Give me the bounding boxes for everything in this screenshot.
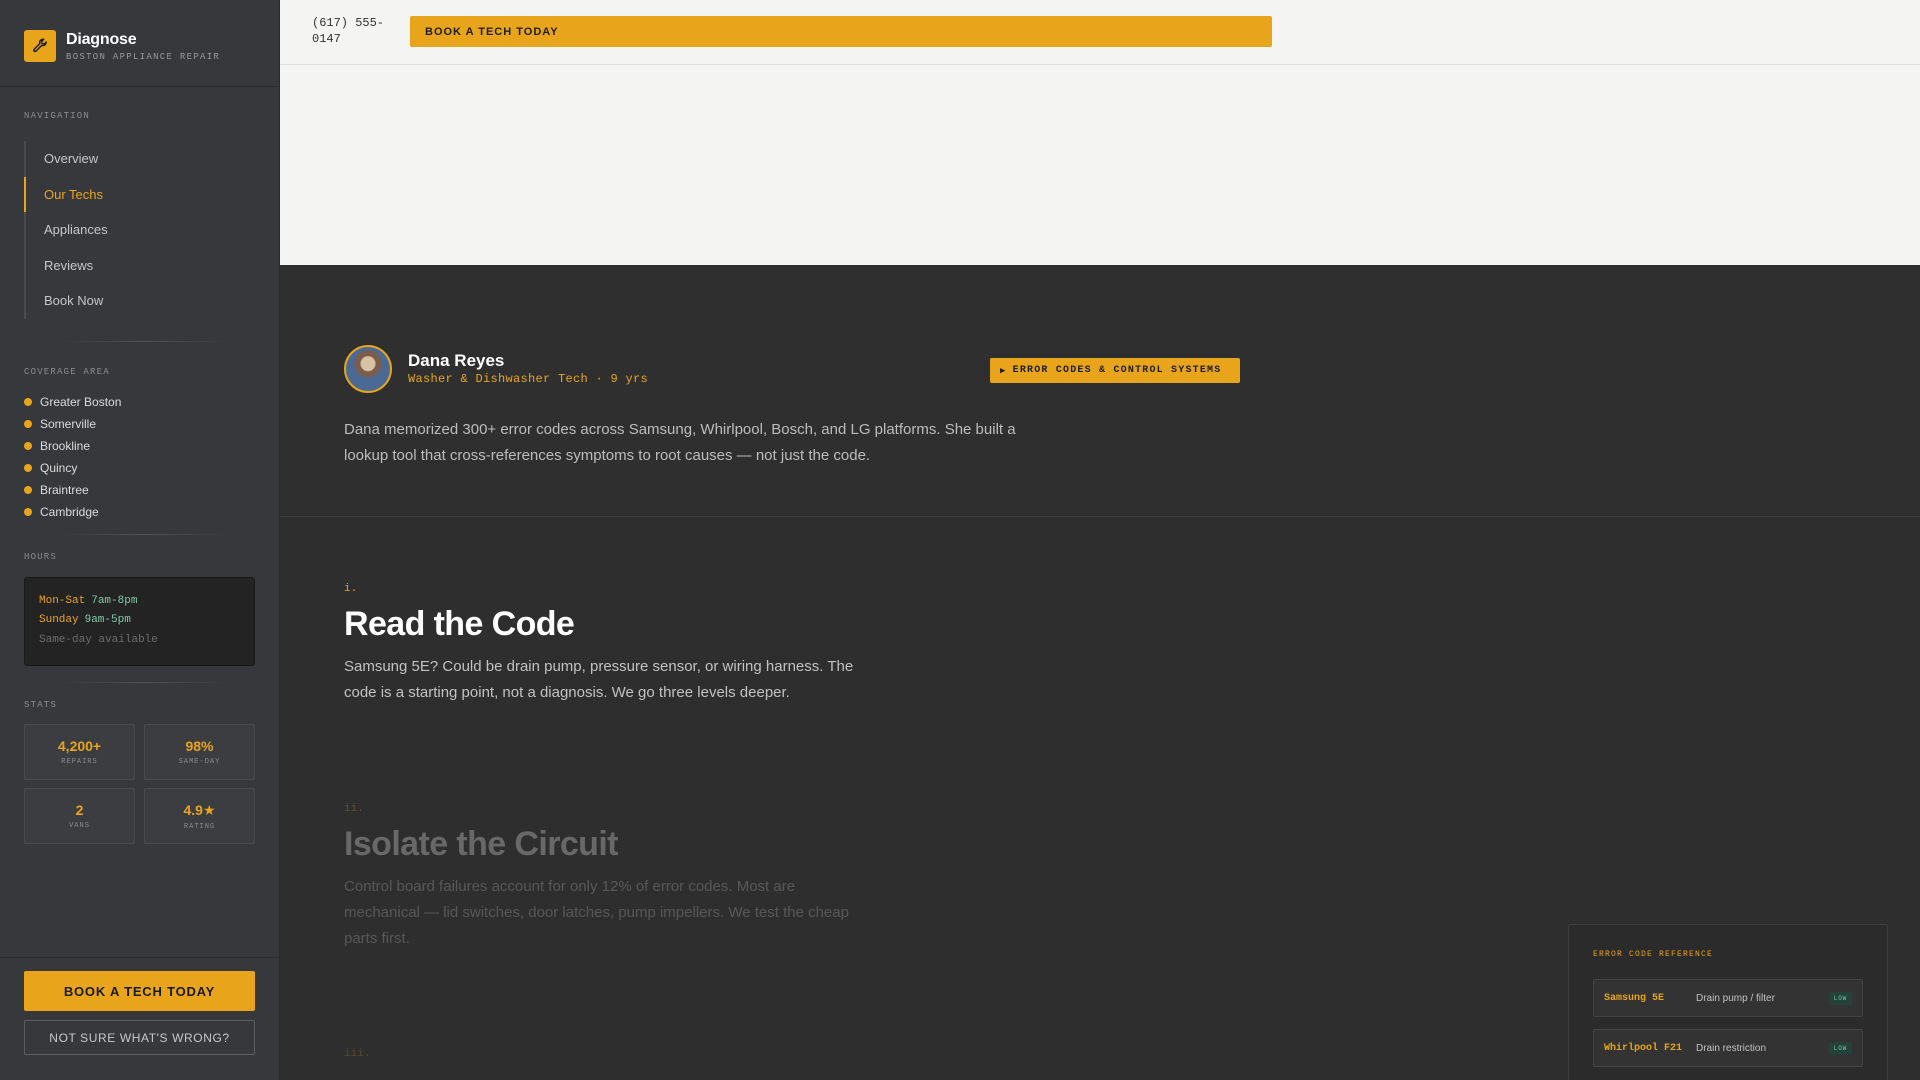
hours-row: Sunday 9am-5pm — [39, 611, 240, 630]
divider — [60, 534, 230, 535]
hours-day: Sunday — [39, 614, 79, 626]
divider — [60, 341, 230, 342]
step-title: Isolate the Circuit — [344, 825, 618, 863]
hero-area — [280, 65, 1920, 265]
hours-row: Mon-Sat 7am-8pm — [39, 592, 240, 611]
tech-name: Dana Reyes — [408, 351, 505, 370]
stat-card-vans: 2 VANS — [24, 788, 135, 844]
tech-profile: Dana Reyes Washer & Dishwasher Tech · 9 … — [280, 265, 1920, 517]
bullet-dot-icon — [24, 398, 32, 406]
brand-name: Diagnose — [66, 30, 137, 48]
error-description: Drain pump / filter — [1696, 992, 1775, 1004]
divider — [0, 86, 280, 87]
phone-number[interactable]: (617) 555-0147 — [312, 15, 402, 47]
list-item: Cambridge — [24, 501, 121, 523]
step-number: iii. — [344, 1048, 371, 1060]
table-row[interactable]: Samsung 5E Drain pump / filter LOW — [1593, 979, 1863, 1017]
coverage-area-label: Quincy — [40, 461, 78, 475]
list-item: Braintree — [24, 479, 121, 501]
hours-section-label: HOURS — [24, 552, 58, 562]
stat-card-rating: 4.9★ RATING — [144, 788, 255, 844]
step-text: Control board failures account for only … — [344, 878, 849, 947]
stat-label: VANS — [69, 822, 90, 830]
panel-title: ERROR CODE REFERENCE — [1593, 950, 1714, 959]
brand[interactable]: Diagnose BOSTON APPLIANCE REPAIR — [24, 30, 220, 62]
coverage-area-label: Brookline — [40, 439, 91, 453]
avatar — [344, 345, 392, 393]
sidebar: Diagnose BOSTON APPLIANCE REPAIR NAVIGAT… — [0, 0, 280, 1080]
stat-label: REPAIRS — [61, 758, 98, 766]
coverage-area-label: Somerville — [40, 417, 97, 431]
bullet-dot-icon — [24, 442, 32, 450]
book-tech-top-button[interactable]: BOOK A TECH TODAY — [410, 16, 1272, 47]
step-text: Samsung 5E? Could be drain pump, pressur… — [344, 658, 854, 701]
list-item: Quincy — [24, 457, 121, 479]
error-description: Drain restriction — [1696, 1042, 1767, 1054]
list-item: Brookline — [24, 435, 121, 457]
nav-item-appliances[interactable]: Appliances — [26, 212, 254, 248]
divider — [60, 682, 230, 683]
bullet-dot-icon — [24, 508, 32, 516]
divider — [0, 957, 280, 958]
step-number: i. — [344, 583, 358, 595]
hours-day: Mon-Sat — [39, 595, 86, 607]
main-nav: Overview Our Techs Appliances Reviews Bo… — [24, 141, 254, 319]
step-3: iii. — [344, 1048, 370, 1060]
tech-role: Washer & Dishwasher Tech · 9 yrs — [408, 372, 649, 386]
book-tech-button[interactable]: BOOK A TECH TODAY — [24, 971, 255, 1011]
stat-value: 2 — [75, 802, 84, 818]
nav-item-reviews[interactable]: Reviews — [26, 248, 254, 284]
nav-section-label: NAVIGATION — [24, 111, 91, 121]
coverage-section-label: COVERAGE AREA — [24, 367, 110, 377]
stats-grid: 4,200+ REPAIRS 98% SAME-DAY 2 VANS 4.9★ … — [24, 724, 255, 844]
stat-value: 4,200+ — [57, 738, 102, 754]
stat-card-repairs: 4,200+ REPAIRS — [24, 724, 135, 780]
step-number: ii. — [344, 803, 364, 815]
step-1: i. Read the Code Samsung 5E? Could be dr… — [344, 583, 864, 706]
tech-description: Dana memorized 300+ error codes across S… — [344, 421, 1016, 464]
brand-subtitle: BOSTON APPLIANCE REPAIR — [66, 51, 221, 62]
hours-time: 9am-5pm — [84, 614, 131, 626]
severity-badge: LOW — [1828, 991, 1852, 1005]
nav-item-our-techs[interactable]: Our Techs — [24, 176, 254, 213]
stat-label: SAME-DAY — [178, 758, 221, 766]
list-item: Somerville — [24, 413, 121, 435]
coverage-area-label: Cambridge — [40, 505, 99, 519]
coverage-list: Greater Boston Somerville Brookline Quin… — [24, 391, 121, 523]
error-code: Samsung 5E — [1604, 992, 1665, 1004]
hours-panel: Mon-Sat 7am-8pm Sunday 9am-5pm Same-day av… — [24, 577, 255, 666]
not-sure-button[interactable]: NOT SURE WHAT'S WRONG? — [24, 1020, 255, 1055]
top-bar: (617) 555-0147 BOOK A TECH TODAY — [280, 0, 1920, 65]
stat-label: RATING — [183, 822, 216, 831]
error-code-reference-panel: ERROR CODE REFERENCE Samsung 5E Drain pu… — [1568, 924, 1888, 1080]
step-2: ii. Isolate the Circuit Control board fa… — [344, 803, 864, 952]
bullet-dot-icon — [24, 486, 32, 494]
list-item: Greater Boston — [24, 391, 121, 413]
stat-value: 98% — [185, 738, 214, 754]
severity-badge: LOW — [1828, 1041, 1852, 1055]
bullet-dot-icon — [24, 464, 32, 472]
table-row[interactable]: Whirlpool F21 Drain restriction LOW — [1593, 1029, 1863, 1067]
nav-item-book-now[interactable]: Book Now — [26, 283, 254, 319]
stat-value: 4.9★ — [183, 801, 216, 818]
error-code: Whirlpool F21 — [1604, 1042, 1683, 1054]
bullet-dot-icon — [24, 420, 32, 428]
stat-card-same-day: 98% SAME-DAY — [144, 724, 255, 780]
step-title: Read the Code — [344, 605, 575, 643]
specialty-badge[interactable]: ▶ ERROR CODES & CONTROL SYSTEMS — [990, 358, 1240, 383]
hours-time: 7am-8pm — [91, 595, 138, 607]
nav-item-overview[interactable]: Overview — [26, 141, 254, 177]
coverage-area-label: Braintree — [40, 483, 89, 497]
stats-section-label: STATS — [24, 700, 58, 710]
hours-note: Same-day available — [39, 634, 158, 646]
specialty-badge-label: ERROR CODES & CONTROL SYSTEMS — [1012, 365, 1222, 376]
wrench-icon — [24, 30, 56, 62]
play-triangle-icon: ▶ — [1000, 365, 1007, 376]
coverage-area-label: Greater Boston — [40, 395, 122, 409]
